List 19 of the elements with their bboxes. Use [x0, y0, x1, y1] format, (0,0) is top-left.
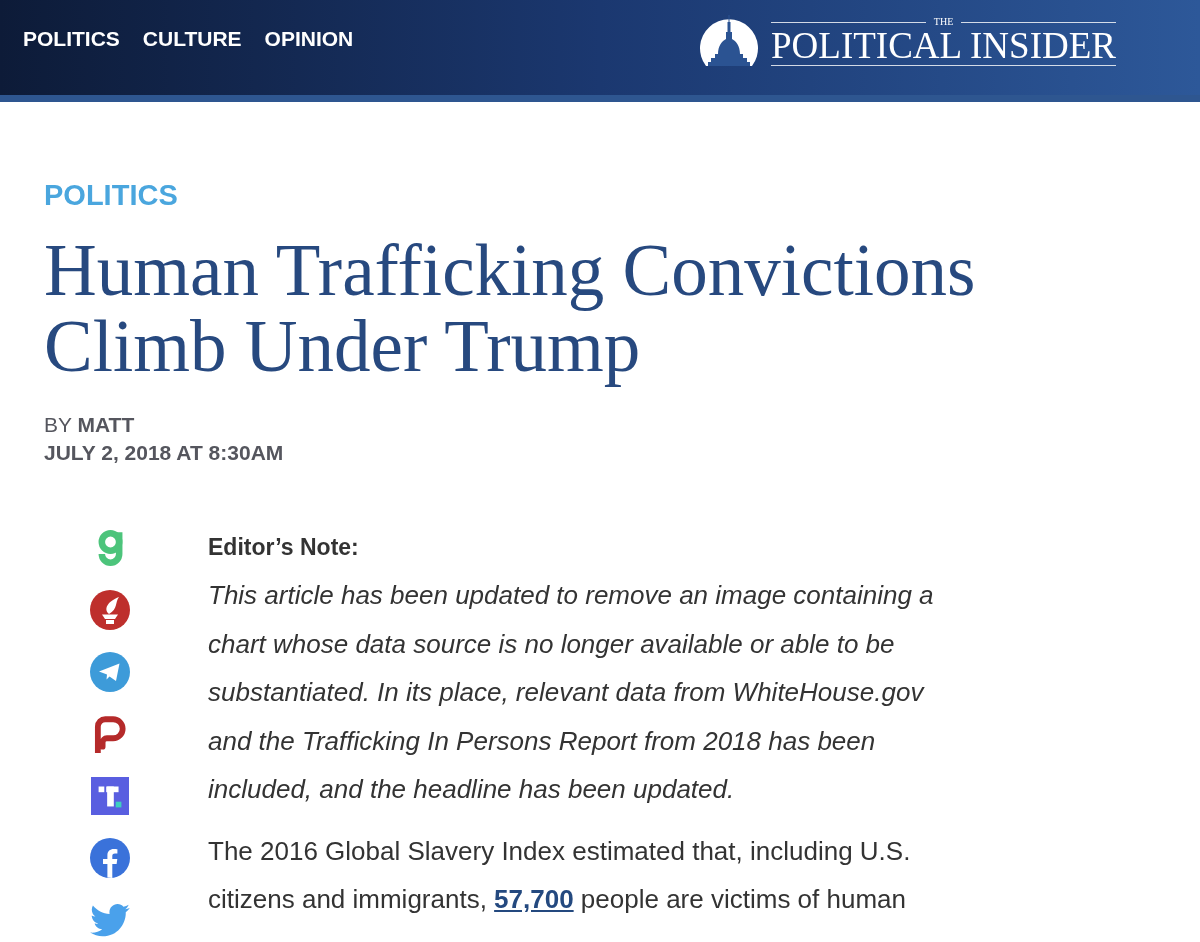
letter-p-icon[interactable] — [94, 715, 126, 753]
editor-note-text: This article has been updated to remove an image containing a chart whose data source is no longer available or able to be substantiated. In its place, relevant data from WhiteHouse.gov and the Trafficking In Persons Report from 2018 has been included, and the headline has been updated. — [208, 579, 935, 806]
dome-logo-icon[interactable] — [698, 15, 761, 67]
logo-small-text[interactable]: THE — [933, 17, 954, 27]
logo-wordmark[interactable]: POLITICAL INSIDER — [771, 27, 1116, 65]
nav-link[interactable]: OPINION — [264, 26, 354, 52]
editor-note-heading: Editor’s Note: — [208, 533, 359, 562]
bird-icon[interactable] — [90, 903, 130, 937]
letter-t-icon[interactable] — [91, 777, 129, 815]
body-paragraph: The 2016 Global Slavery Index estimated that, including U.S. citizens and immigrants, 57,700 people are victims of human — [208, 834, 912, 916]
publish-date: JULY 2, 2018 AT 8:30AM — [44, 440, 284, 466]
article-headline: Human Trafficking Convictions Climb Under Trump — [44, 233, 977, 385]
paper-plane-icon[interactable] — [90, 652, 130, 692]
torch-icon[interactable] — [90, 590, 130, 630]
nav-link[interactable]: CULTURE — [142, 26, 242, 52]
byline: BY MATT — [44, 412, 135, 438]
statistic-link[interactable]: 57,700 — [494, 884, 574, 914]
nav-link[interactable]: POLITICS — [23, 26, 120, 52]
letter-f-icon[interactable] — [90, 838, 130, 878]
